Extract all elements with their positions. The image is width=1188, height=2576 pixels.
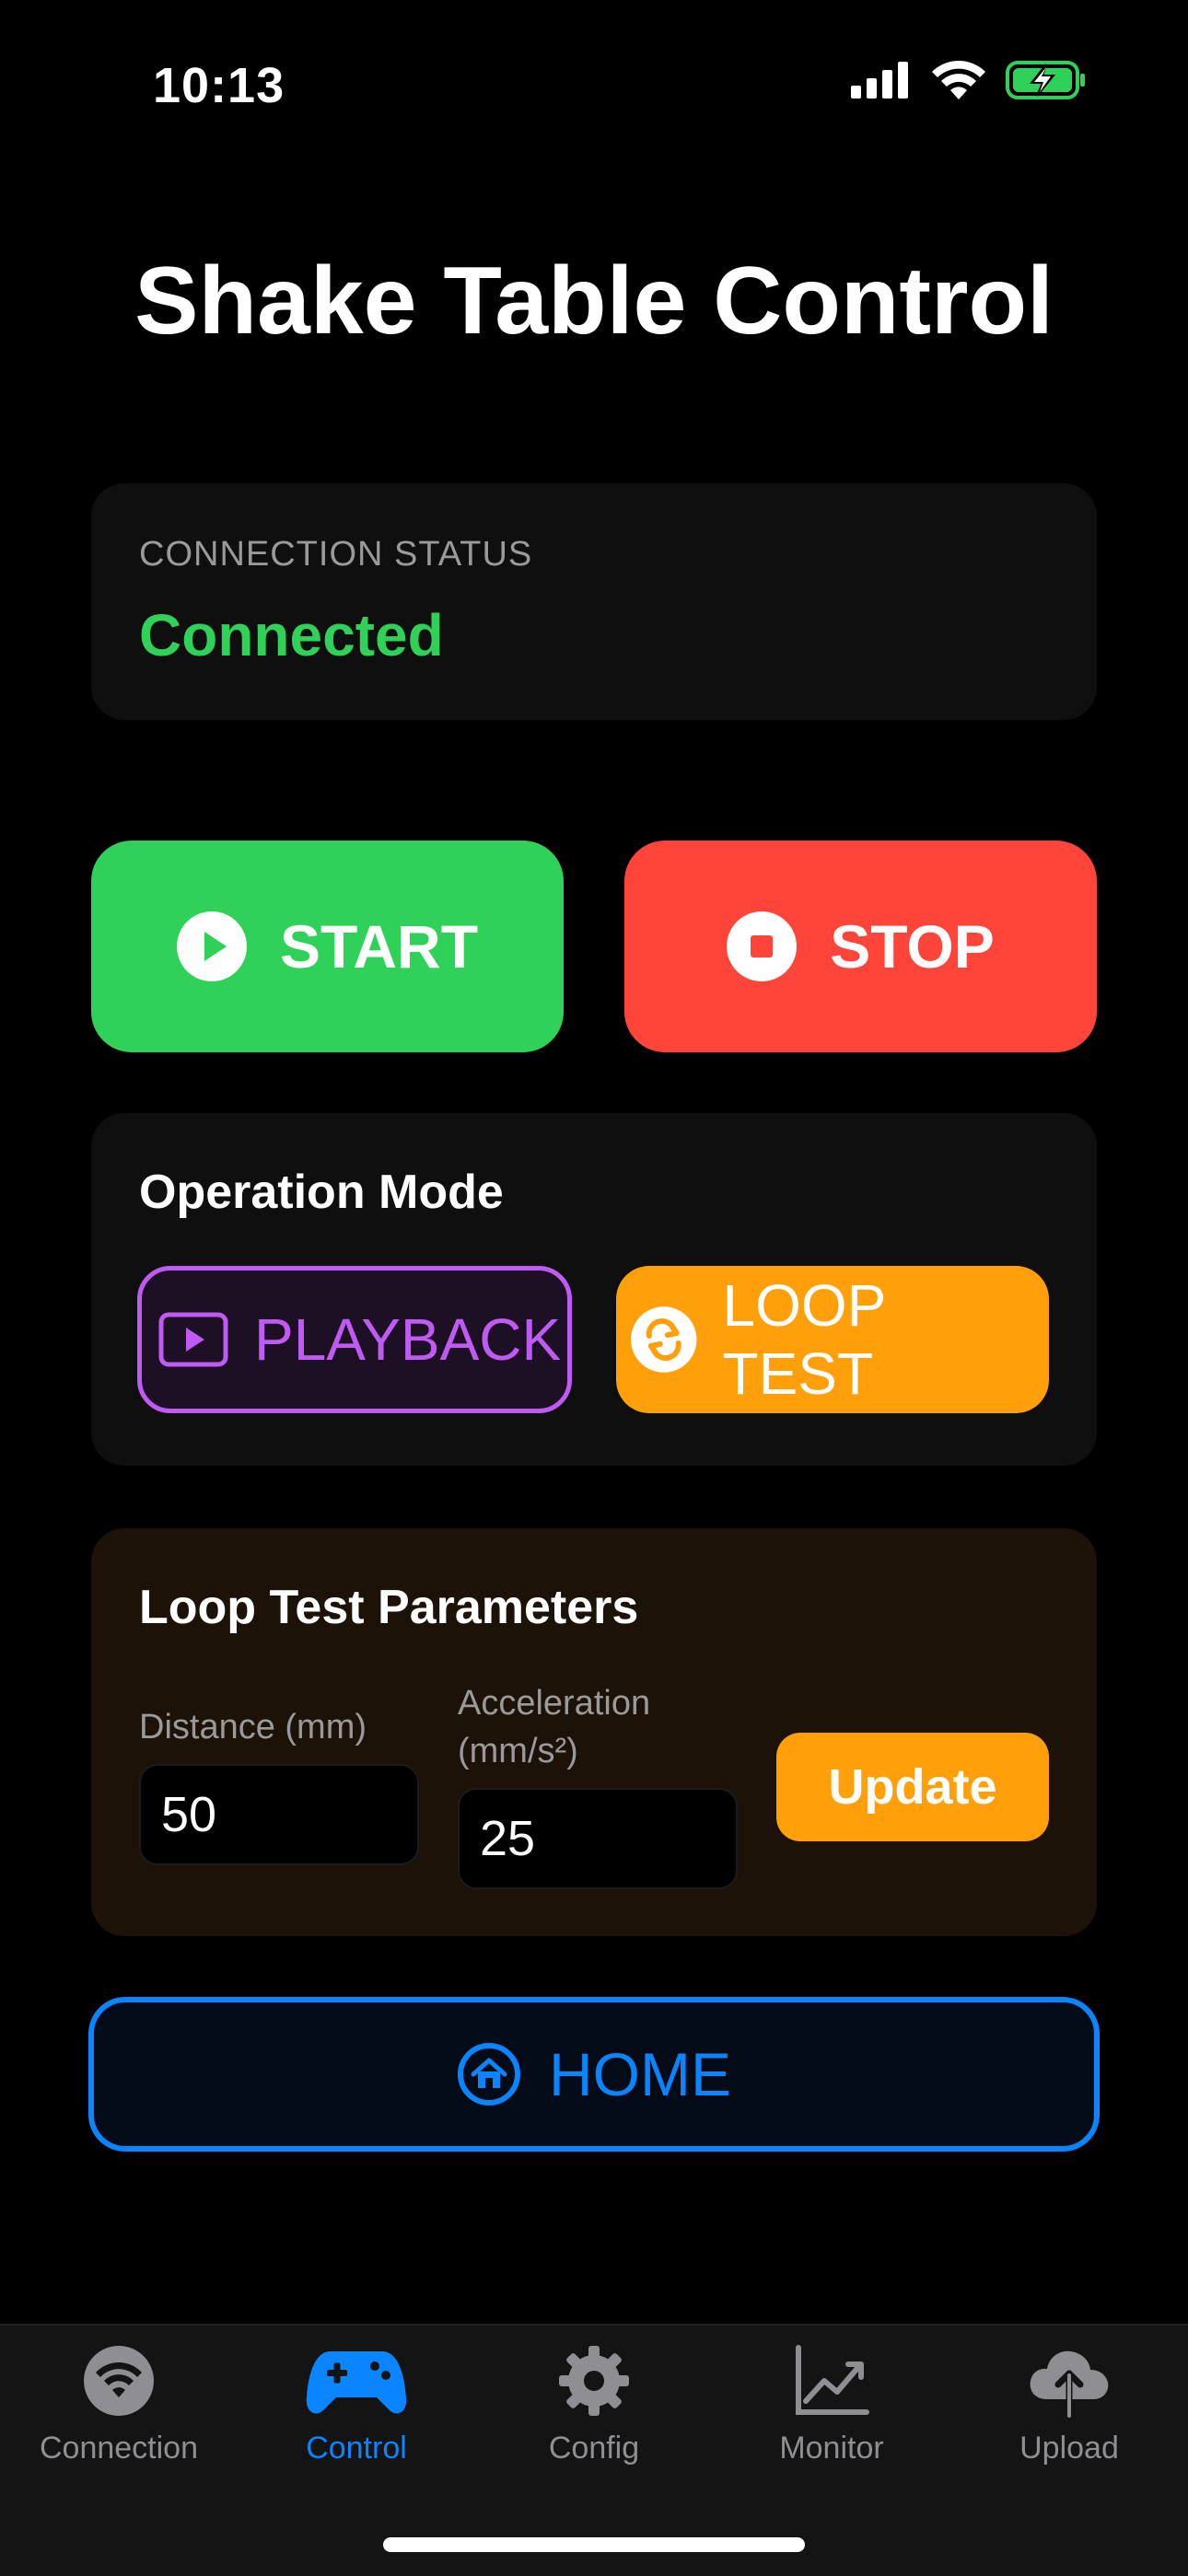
page-title: Shake Table Control: [134, 248, 1054, 354]
acceleration-label: Acceleration (mm/s²): [458, 1684, 651, 1770]
start-button-label: START: [279, 912, 479, 981]
distance-input[interactable]: 50: [139, 1764, 419, 1865]
connection-status-card: CONNECTION STATUS Connected: [91, 483, 1097, 720]
chart-icon: [796, 2345, 869, 2415]
play-circle-icon: [176, 911, 247, 981]
tab-config-label: Config: [548, 2431, 640, 2466]
loop-test-mode-button[interactable]: LOOP TEST: [616, 1266, 1049, 1413]
playback-mode-label: PLAYBACK: [254, 1306, 562, 1373]
home-button-label: HOME: [549, 2040, 731, 2108]
start-button[interactable]: START: [91, 841, 564, 1052]
stop-button-label: STOP: [830, 912, 995, 981]
wifi-icon: [932, 61, 985, 99]
tab-connection-label: Connection: [39, 2431, 198, 2466]
stop-circle-icon: [727, 911, 798, 981]
update-button[interactable]: Update: [776, 1733, 1049, 1841]
play-rectangle-icon: [158, 1312, 228, 1367]
tab-monitor-label: Monitor: [779, 2431, 884, 2466]
battery-charging-icon: [1006, 61, 1085, 99]
wifi-icon: [84, 2346, 154, 2416]
house-circle-icon: [458, 2043, 520, 2106]
cellular-signal-icon: [851, 62, 908, 99]
operation-mode-title: Operation Mode: [139, 1166, 504, 1219]
home-button[interactable]: HOME: [88, 1997, 1100, 2152]
tab-upload-label: Upload: [1019, 2431, 1119, 2466]
gear-icon: [559, 2346, 629, 2416]
loop-test-parameters-title: Loop Test Parameters: [139, 1581, 639, 1634]
tab-monitor[interactable]: Monitor: [713, 2344, 950, 2466]
connection-status-value: Connected: [139, 602, 444, 668]
status-time: 10:13: [153, 58, 285, 113]
home-indicator[interactable]: [383, 2537, 805, 2552]
tab-upload[interactable]: Upload: [950, 2344, 1188, 2466]
distance-label: Distance (mm): [139, 1708, 367, 1746]
gamecontroller-icon: [306, 2351, 407, 2414]
operation-mode-card: Operation Mode PLAYBACK LOOP TEST: [91, 1113, 1097, 1466]
loop-arrows-icon: [631, 1306, 697, 1373]
playback-mode-button[interactable]: PLAYBACK: [137, 1266, 572, 1413]
connection-status-label: CONNECTION STATUS: [139, 535, 533, 574]
cloud-upload-icon: [1030, 2350, 1109, 2418]
tab-control-label: Control: [306, 2431, 407, 2466]
acceleration-input[interactable]: 25: [458, 1788, 738, 1889]
tab-connection[interactable]: Connection: [0, 2344, 238, 2466]
tab-control[interactable]: Control: [238, 2344, 475, 2466]
status-icons: [851, 61, 1087, 99]
loop-test-parameters-card: Loop Test Parameters Distance (mm) 50 Ac…: [91, 1528, 1097, 1936]
stop-button[interactable]: STOP: [624, 841, 1097, 1052]
tab-config[interactable]: Config: [475, 2344, 713, 2466]
loop-test-mode-label: LOOP TEST: [722, 1272, 886, 1407]
